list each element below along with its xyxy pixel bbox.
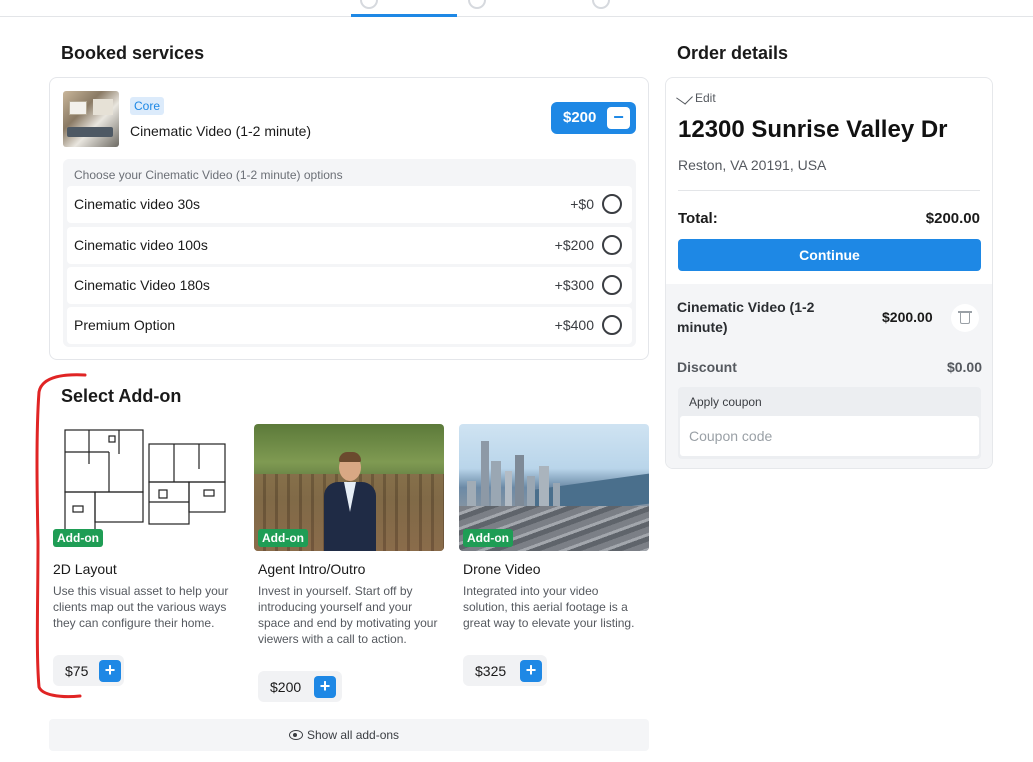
- addon-card-2d-layout[interactable]: Add-on 2D Layout Use this visual asset t…: [49, 424, 239, 686]
- line-item-name: Cinematic Video (1-2 minute): [677, 299, 815, 335]
- remove-service-button[interactable]: −: [607, 107, 630, 129]
- eye-icon: [289, 730, 303, 740]
- order-details-heading: Order details: [677, 43, 789, 63]
- coupon-input[interactable]: [680, 416, 979, 456]
- service-price-pill: $200 −: [551, 102, 636, 134]
- addon-description: Invest in yourself. Start off by introdu…: [258, 584, 438, 646]
- discount-label: Discount: [677, 359, 737, 375]
- options-caption: Choose your Cinematic Video (1-2 minute)…: [74, 168, 343, 182]
- option-radio[interactable]: [602, 315, 622, 335]
- edit-address-button[interactable]: Edit: [676, 90, 716, 105]
- show-all-label: Show all add-ons: [307, 728, 400, 742]
- option-price: +$400: [554, 317, 594, 333]
- addon-price-box: $75 +: [53, 655, 124, 686]
- addon-description: Use this visual asset to help your clien…: [53, 584, 229, 630]
- option-row[interactable]: Premium Option +$400: [67, 307, 632, 344]
- addon-price: $325: [475, 663, 507, 679]
- continue-button[interactable]: Continue: [678, 239, 981, 271]
- option-radio[interactable]: [602, 235, 622, 255]
- active-tab-indicator: [351, 14, 457, 17]
- step-icon[interactable]: [468, 0, 486, 9]
- addon-card-agent-intro[interactable]: Add-on Agent Intro/Outro Invest in yours…: [254, 424, 444, 702]
- addon-price-box: $200 +: [258, 671, 342, 702]
- option-radio[interactable]: [602, 275, 622, 295]
- add-addon-button[interactable]: +: [314, 676, 336, 698]
- option-radio[interactable]: [602, 194, 622, 214]
- total-label: Total:: [678, 210, 718, 227]
- line-item-price: $200.00: [882, 309, 933, 325]
- option-price: +$300: [554, 277, 594, 293]
- service-price: $200: [563, 109, 597, 126]
- option-name: Cinematic Video 180s: [74, 277, 210, 293]
- trash-icon[interactable]: [951, 304, 979, 332]
- core-badge: Core: [130, 97, 165, 115]
- service-thumbnail: [63, 91, 119, 147]
- drone-image: Add-on: [459, 424, 649, 551]
- coupon-caption: Apply coupon: [689, 395, 762, 409]
- addon-price: $200: [270, 679, 302, 695]
- step-tabs: [0, 0, 1033, 17]
- order-summary: Cinematic Video (1-2 minute) $200.00 Dis…: [666, 284, 992, 468]
- step-icon[interactable]: [360, 0, 378, 9]
- addon-card-drone-video[interactable]: Add-on Drone Video Integrated into your …: [459, 424, 649, 686]
- divider: [678, 190, 980, 191]
- total-value: $200.00: [925, 210, 980, 227]
- addon-title: Agent Intro/Outro: [258, 561, 366, 577]
- order-details-card: Edit 12300 Sunrise Valley Dr Reston, VA …: [665, 77, 993, 469]
- option-name: Premium Option: [74, 317, 176, 333]
- addon-tag: Add-on: [463, 529, 513, 547]
- select-addon-heading: Select Add-on: [61, 386, 182, 406]
- booked-service-card: Core Cinematic Video (1-2 minute) $200 −…: [49, 77, 649, 360]
- option-name: Cinematic video 100s: [74, 237, 208, 253]
- option-row[interactable]: Cinematic video 30s +$0: [67, 186, 632, 223]
- add-addon-button[interactable]: +: [99, 660, 121, 682]
- agent-image: Add-on: [254, 424, 444, 551]
- order-address: 12300 Sunrise Valley Dr: [678, 116, 948, 143]
- pencil-icon: [676, 90, 693, 105]
- addon-title: 2D Layout: [53, 561, 117, 577]
- step-icon[interactable]: [592, 0, 610, 9]
- addon-tag: Add-on: [258, 529, 308, 547]
- option-row[interactable]: Cinematic video 100s +$200: [67, 227, 632, 264]
- order-line-item: Cinematic Video (1-2 minute) $200.00: [666, 284, 992, 348]
- order-city: Reston, VA 20191, USA: [678, 157, 827, 173]
- addon-price: $75: [65, 663, 89, 679]
- discount-value: $0.00: [946, 359, 982, 375]
- edit-label: Edit: [695, 91, 716, 105]
- addon-title: Drone Video: [463, 561, 541, 577]
- service-options: Choose your Cinematic Video (1-2 minute)…: [63, 159, 636, 347]
- service-title: Cinematic Video (1-2 minute): [130, 123, 312, 139]
- addon-tag: Add-on: [53, 529, 103, 547]
- floor-plan-image: Add-on: [49, 424, 239, 551]
- option-row[interactable]: Cinematic Video 180s +$300: [67, 267, 632, 304]
- coupon-section: Apply coupon: [678, 387, 981, 459]
- add-addon-button[interactable]: +: [520, 660, 542, 682]
- option-price: +$0: [570, 196, 594, 212]
- addon-description: Integrated into your video solution, thi…: [463, 584, 635, 630]
- addon-price-box: $325 +: [463, 655, 547, 686]
- option-name: Cinematic video 30s: [74, 196, 201, 212]
- booked-services-heading: Booked services: [61, 43, 205, 63]
- option-price: +$200: [554, 237, 594, 253]
- show-all-addons-button[interactable]: Show all add-ons: [49, 719, 649, 751]
